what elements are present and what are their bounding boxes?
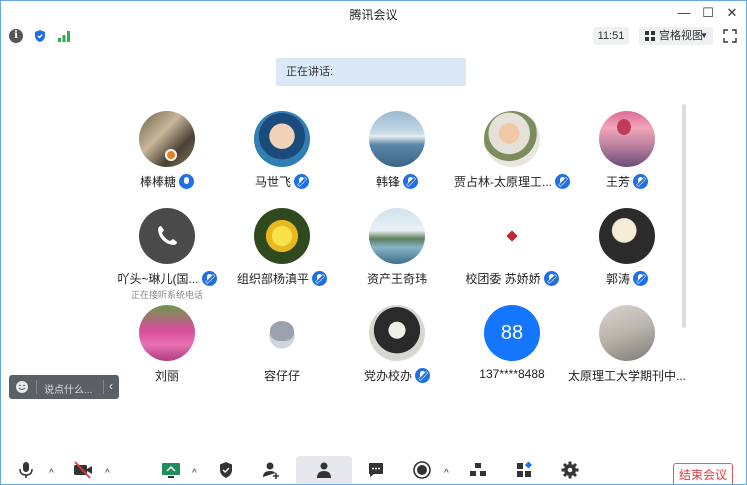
bottom-toolbar: ^ ^ ^ ^: [1, 456, 746, 484]
participant-name: 王芳: [605, 175, 630, 189]
participant-tile[interactable]: 王芳: [562, 111, 692, 201]
chevron-up-icon[interactable]: ^: [444, 468, 449, 479]
divider: [36, 380, 37, 394]
participant-name: 137****8488: [479, 367, 545, 381]
info-icon[interactable]: i: [9, 29, 23, 43]
chevron-left-icon[interactable]: ‹: [109, 379, 113, 393]
close-button[interactable]: ✕: [721, 4, 743, 22]
phone-icon: [158, 226, 177, 245]
grid-view-icon: [645, 31, 655, 41]
mic-icon: [179, 174, 194, 189]
avatar: [254, 208, 310, 264]
security-button[interactable]: [206, 456, 246, 484]
avatar: 88: [484, 305, 540, 361]
participant-name: 校团委 苏娇娇: [465, 272, 541, 286]
shield-icon[interactable]: [33, 29, 47, 43]
record-icon: [413, 461, 431, 479]
signal-icon[interactable]: [57, 29, 71, 43]
avatar: [139, 305, 195, 361]
top-toolbar: i 11:51 宫格视图 ▼: [1, 25, 746, 47]
mic-muted-icon: [415, 368, 430, 383]
speaking-indicator: 正在讲话:: [276, 58, 466, 86]
chevron-up-icon[interactable]: ^: [49, 468, 54, 479]
apps-button[interactable]: [504, 456, 544, 484]
participant-name: 组织部杨滇平: [236, 272, 309, 286]
apps-icon: [517, 461, 533, 477]
chevron-up-icon[interactable]: ^: [105, 468, 110, 479]
share-screen-icon: [162, 463, 180, 478]
avatar: [254, 111, 310, 167]
avatar: [599, 305, 655, 361]
chat-icon: [369, 463, 383, 477]
participant-tile[interactable]: 郭涛: [562, 208, 692, 298]
mic-muted-icon: [633, 271, 648, 286]
avatar-initials: 88: [500, 322, 524, 344]
settings-button[interactable]: [550, 456, 590, 484]
users-icon: [317, 462, 331, 478]
title-bar: 腾讯会议 — ☐ ✕: [1, 1, 746, 25]
meeting-window: 腾讯会议 — ☐ ✕ i 11:51 宫格视图 ▼ 正在讲话: 棒棒糖 马世飞 …: [0, 0, 747, 485]
video-off-icon: [74, 461, 92, 479]
chat-bubble-input[interactable]: 说点什么... ‹: [9, 375, 119, 399]
view-mode-dropdown[interactable]: 宫格视图 ▼: [639, 27, 713, 45]
participant-name: 刘丽: [154, 369, 179, 383]
participant-name: 郭涛: [605, 272, 630, 286]
chevron-up-icon[interactable]: ^: [192, 468, 197, 479]
participant-name: 棒棒糖: [139, 175, 176, 189]
share-screen-button[interactable]: [151, 456, 191, 484]
divider: [103, 380, 104, 394]
breakout-rooms-button[interactable]: [458, 456, 498, 484]
participant-tile[interactable]: 太原理工大学期刊中...: [562, 305, 692, 395]
participant-name: 容仔仔: [263, 369, 300, 383]
participant-name: 马世飞: [254, 175, 291, 189]
avatar: [369, 208, 425, 264]
view-mode-label: 宫格视图: [659, 30, 703, 42]
end-meeting-button[interactable]: 结束会议: [673, 463, 733, 484]
avatar: [254, 305, 310, 361]
mic-muted-icon: [294, 174, 309, 189]
avatar: [484, 111, 540, 167]
participant-scrollbar[interactable]: [682, 104, 686, 328]
chat-placeholder: 说点什么...: [44, 385, 93, 396]
shield-icon: [220, 462, 232, 478]
microphone-button[interactable]: [6, 456, 46, 484]
participant-status: 正在接听系统电话: [130, 290, 203, 300]
chevron-down-icon: ▼: [700, 31, 708, 40]
microphone-icon: [19, 462, 33, 478]
chat-button[interactable]: [356, 456, 396, 484]
participant-name: 韩锋: [375, 175, 400, 189]
avatar: [599, 111, 655, 167]
participant-name: 吖头~琳儿(国...: [117, 272, 199, 286]
window-title: 腾讯会议: [349, 8, 398, 22]
video-button[interactable]: [63, 456, 103, 484]
emoji-icon[interactable]: [15, 380, 29, 394]
participant-name: 贾占林-太原理工...: [454, 175, 552, 189]
minimize-button[interactable]: —: [673, 4, 695, 22]
record-button[interactable]: [402, 456, 442, 484]
fullscreen-icon[interactable]: [723, 29, 737, 43]
participant-name: 太原理工大学期刊中...: [567, 369, 686, 383]
avatar: [484, 208, 540, 264]
participant-name: 党办校办: [363, 369, 412, 383]
breakout-rooms-icon: [470, 463, 486, 476]
gear-icon: [561, 461, 579, 479]
avatar: [139, 208, 195, 264]
add-user-icon: [263, 462, 279, 479]
maximize-button[interactable]: ☐: [697, 4, 719, 22]
mic-muted-icon: [633, 174, 648, 189]
meeting-clock: 11:51: [593, 27, 629, 45]
participants-button[interactable]: [296, 456, 352, 484]
participant-name: 资产王奇玮: [366, 272, 427, 286]
avatar: [369, 111, 425, 167]
invite-button[interactable]: [251, 456, 291, 484]
avatar: [139, 111, 195, 167]
avatar: [369, 305, 425, 361]
avatar: [599, 208, 655, 264]
mic-muted-icon: [403, 174, 418, 189]
